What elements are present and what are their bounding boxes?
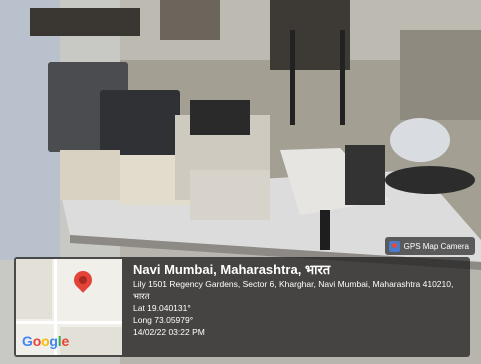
google-logo: Google (22, 333, 70, 349)
location-info: Navi Mumbai, Maharashtra, भारत Lily 1501… (133, 262, 465, 338)
location-address: Lily 1501 Regency Gardens, Sector 6, Kha… (133, 279, 454, 301)
printer-2 (100, 90, 180, 155)
rack-leg-2 (340, 30, 345, 125)
gps-badge-label: GPS Map Camera (403, 241, 469, 251)
map-block (16, 259, 52, 319)
photo-frame: GPS Map Camera Google Navi Mumbai, Mahar… (0, 0, 481, 364)
rack-leg (290, 30, 295, 125)
printer-6 (190, 170, 270, 220)
reel (385, 166, 475, 194)
map-thumbnail: Google (16, 259, 122, 355)
printer-part (190, 100, 250, 135)
latitude: Lat 19.040131° (133, 303, 191, 313)
longitude: Long 73.05979° (133, 315, 194, 325)
rack (270, 0, 350, 70)
clutter-right (400, 30, 481, 120)
toner (345, 145, 385, 205)
printer-3 (60, 150, 120, 200)
location-title: Navi Mumbai, Maharashtra, भारत (133, 262, 331, 277)
cable (320, 210, 330, 250)
plastic-bag (390, 118, 450, 162)
location-pin-dot (79, 276, 87, 284)
gps-map-camera-badge: GPS Map Camera (384, 237, 475, 255)
map-road (16, 321, 122, 324)
gps-map-camera-icon (388, 240, 400, 252)
shelf-top (30, 8, 140, 36)
datetime: 14/02/22 03:22 PM (133, 327, 205, 337)
map-block-2 (60, 327, 122, 355)
cabinet-top (160, 0, 220, 40)
